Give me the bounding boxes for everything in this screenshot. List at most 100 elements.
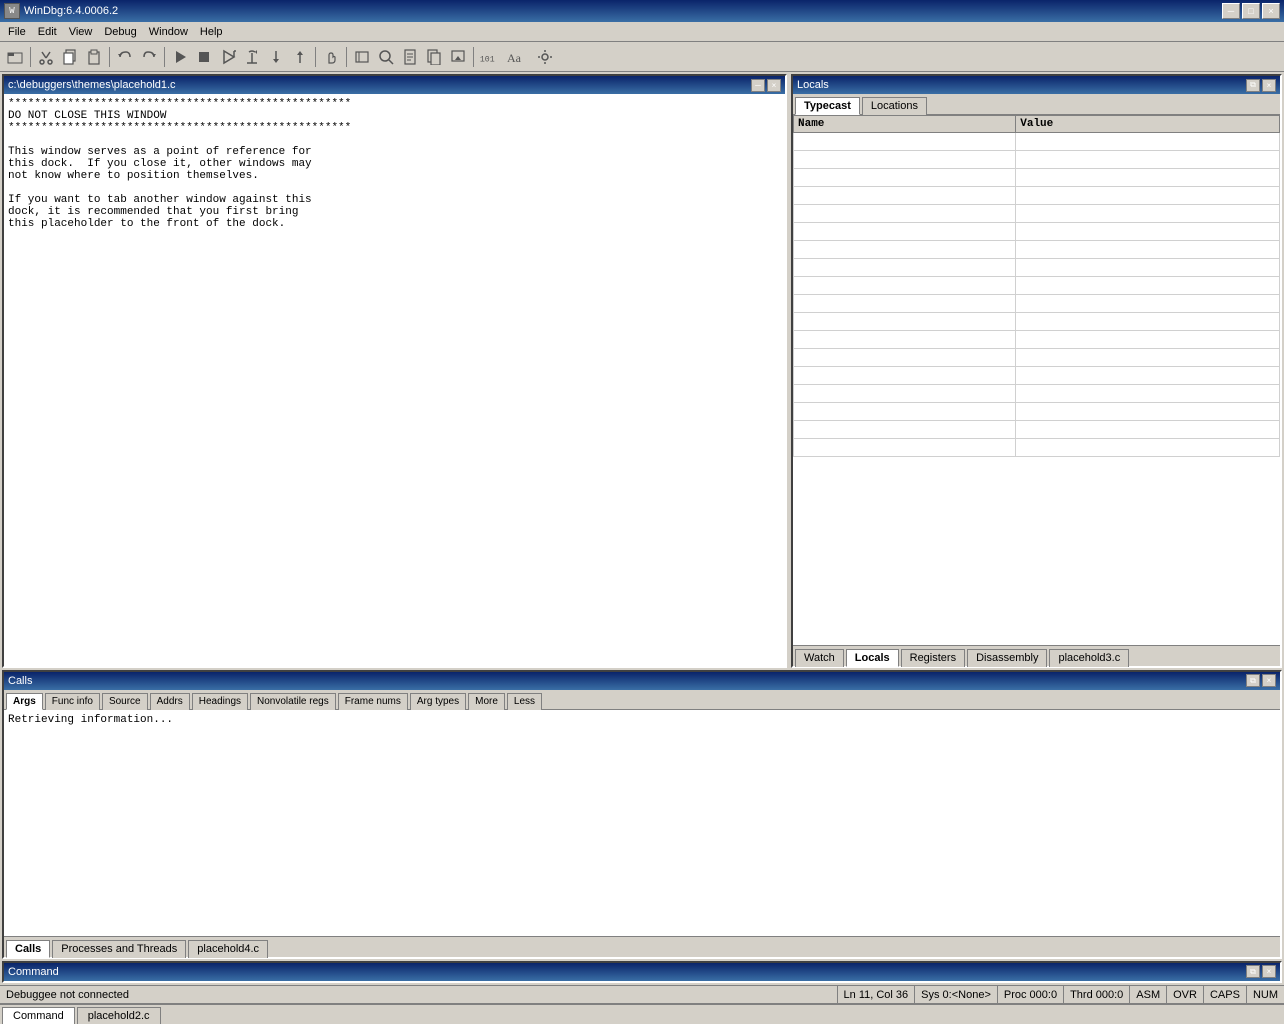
col-value: Value bbox=[1016, 116, 1280, 133]
calls-bottom-tabs: Calls Processes and Threads placehold4.c bbox=[4, 936, 1280, 957]
tb-zoom[interactable] bbox=[375, 46, 397, 68]
table-row bbox=[794, 133, 1280, 151]
source-text: ****************************************… bbox=[4, 94, 785, 234]
table-row bbox=[794, 349, 1280, 367]
command-close[interactable]: × bbox=[1262, 965, 1276, 978]
close-btn[interactable]: × bbox=[1262, 3, 1280, 19]
calls-top-tabs: Args Func info Source Addrs Headings Non… bbox=[4, 690, 1280, 710]
tb-font[interactable]: Aa bbox=[502, 46, 532, 68]
tab-typecast[interactable]: Typecast bbox=[795, 97, 860, 115]
calls-text: Retrieving information... bbox=[4, 710, 1280, 730]
toolbar: 101 Aa bbox=[0, 42, 1284, 72]
command-section: Command ⧉ × bbox=[2, 961, 1282, 983]
tb-undo[interactable] bbox=[114, 46, 136, 68]
tb-doc1[interactable] bbox=[399, 46, 421, 68]
tb-redo[interactable] bbox=[138, 46, 160, 68]
command-float[interactable]: ⧉ bbox=[1246, 965, 1260, 978]
table-row bbox=[794, 205, 1280, 223]
status-caps: CAPS bbox=[1204, 986, 1247, 1004]
locals-panel: Locals ⧉ × Typecast Locations bbox=[791, 74, 1282, 668]
maximize-btn[interactable]: □ bbox=[1242, 3, 1260, 19]
source-title: c:\debuggers\themes\placehold1.c bbox=[8, 79, 751, 91]
calls-controls: ⧉ × bbox=[1246, 674, 1276, 687]
tb-export[interactable] bbox=[447, 46, 469, 68]
tab-locals[interactable]: Locals bbox=[846, 649, 899, 667]
menu-file[interactable]: File bbox=[2, 22, 32, 41]
tab-headings[interactable]: Headings bbox=[192, 693, 248, 710]
tab-addrs[interactable]: Addrs bbox=[150, 693, 190, 710]
tb-hand[interactable] bbox=[320, 46, 342, 68]
calls-titlebar: Calls ⧉ × bbox=[4, 672, 1280, 690]
tb-step-in[interactable] bbox=[265, 46, 287, 68]
status-asm: ASM bbox=[1130, 986, 1167, 1004]
bottom-tab-command[interactable]: Command bbox=[2, 1007, 75, 1024]
tb-breakpoint[interactable] bbox=[351, 46, 373, 68]
bottom-tab-placehold2[interactable]: placehold2.c bbox=[77, 1007, 161, 1024]
calls-close[interactable]: × bbox=[1262, 674, 1276, 687]
status-thrd: Thrd 000:0 bbox=[1064, 986, 1130, 1004]
source-panel: c:\debuggers\themes\placehold1.c ─ × ***… bbox=[2, 74, 787, 668]
menu-edit[interactable]: Edit bbox=[32, 22, 63, 41]
tb-paste[interactable] bbox=[83, 46, 105, 68]
tab-calls-bottom[interactable]: Calls bbox=[6, 940, 50, 958]
locals-bottom-tabs: Watch Locals Registers Disassembly place… bbox=[793, 645, 1280, 666]
title-bar: W WinDbg:6.4.0006.2 ─ □ × bbox=[0, 0, 1284, 22]
tb-open[interactable] bbox=[4, 46, 26, 68]
tb-copy[interactable] bbox=[59, 46, 81, 68]
tb-stop[interactable] bbox=[193, 46, 215, 68]
locals-title: Locals bbox=[797, 79, 1246, 91]
table-row bbox=[794, 367, 1280, 385]
tab-frame-nums[interactable]: Frame nums bbox=[338, 693, 408, 710]
statusbar: Debuggee not connected Ln 11, Col 36 Sys… bbox=[0, 985, 1284, 1004]
svg-text:Aa: Aa bbox=[507, 51, 522, 65]
source-column: c:\debuggers\themes\placehold1.c ─ × ***… bbox=[0, 72, 789, 670]
tab-disassembly[interactable]: Disassembly bbox=[967, 649, 1047, 667]
tb-step-over[interactable] bbox=[241, 46, 263, 68]
right-column: Locals ⧉ × Typecast Locations bbox=[789, 72, 1284, 670]
tb-cut[interactable] bbox=[35, 46, 57, 68]
tab-nonvolatile[interactable]: Nonvolatile regs bbox=[250, 693, 336, 710]
source-controls: ─ × bbox=[751, 79, 781, 92]
source-minimize[interactable]: ─ bbox=[751, 79, 765, 92]
menu-debug[interactable]: Debug bbox=[98, 22, 142, 41]
tb-sep4 bbox=[315, 47, 316, 67]
table-row bbox=[794, 223, 1280, 241]
tab-source[interactable]: Source bbox=[102, 693, 148, 710]
tab-more[interactable]: More bbox=[468, 693, 505, 710]
top-row: c:\debuggers\themes\placehold1.c ─ × ***… bbox=[0, 72, 1284, 670]
locals-float[interactable]: ⧉ bbox=[1246, 79, 1260, 92]
tb-step-out[interactable] bbox=[289, 46, 311, 68]
tab-func-info[interactable]: Func info bbox=[45, 693, 100, 710]
tab-placehold3[interactable]: placehold3.c bbox=[1049, 649, 1129, 667]
tab-less[interactable]: Less bbox=[507, 693, 542, 710]
minimize-btn[interactable]: ─ bbox=[1222, 3, 1240, 19]
tab-registers[interactable]: Registers bbox=[901, 649, 965, 667]
menubar: File Edit View Debug Window Help bbox=[0, 22, 1284, 42]
tab-args[interactable]: Args bbox=[6, 693, 43, 710]
menu-view[interactable]: View bbox=[63, 22, 99, 41]
tb-sep3 bbox=[164, 47, 165, 67]
tb-settings[interactable] bbox=[534, 46, 556, 68]
tb-doc2[interactable] bbox=[423, 46, 445, 68]
tab-processes-threads[interactable]: Processes and Threads bbox=[52, 940, 186, 958]
table-row bbox=[794, 313, 1280, 331]
tab-placehold4[interactable]: placehold4.c bbox=[188, 940, 268, 958]
source-titlebar: c:\debuggers\themes\placehold1.c ─ × bbox=[4, 76, 785, 94]
command-controls: ⧉ × bbox=[1246, 965, 1276, 978]
tab-watch[interactable]: Watch bbox=[795, 649, 844, 667]
menu-window[interactable]: Window bbox=[143, 22, 194, 41]
locals-close[interactable]: × bbox=[1262, 79, 1276, 92]
tab-locations[interactable]: Locations bbox=[862, 97, 927, 115]
calls-float[interactable]: ⧉ bbox=[1246, 674, 1260, 687]
table-row bbox=[794, 187, 1280, 205]
menu-help[interactable]: Help bbox=[194, 22, 229, 41]
source-close[interactable]: × bbox=[767, 79, 781, 92]
app-title: WinDbg:6.4.0006.2 bbox=[24, 5, 1222, 17]
tb-run[interactable] bbox=[169, 46, 191, 68]
calls-section: Calls ⧉ × Args Func info Source Addrs He… bbox=[2, 670, 1282, 959]
tb-restart[interactable] bbox=[217, 46, 239, 68]
tab-arg-types[interactable]: Arg types bbox=[410, 693, 466, 710]
tb-hex[interactable]: 101 bbox=[478, 46, 500, 68]
locals-titlebar: Locals ⧉ × bbox=[793, 76, 1280, 94]
command-titlebar: Command ⧉ × bbox=[4, 963, 1280, 981]
